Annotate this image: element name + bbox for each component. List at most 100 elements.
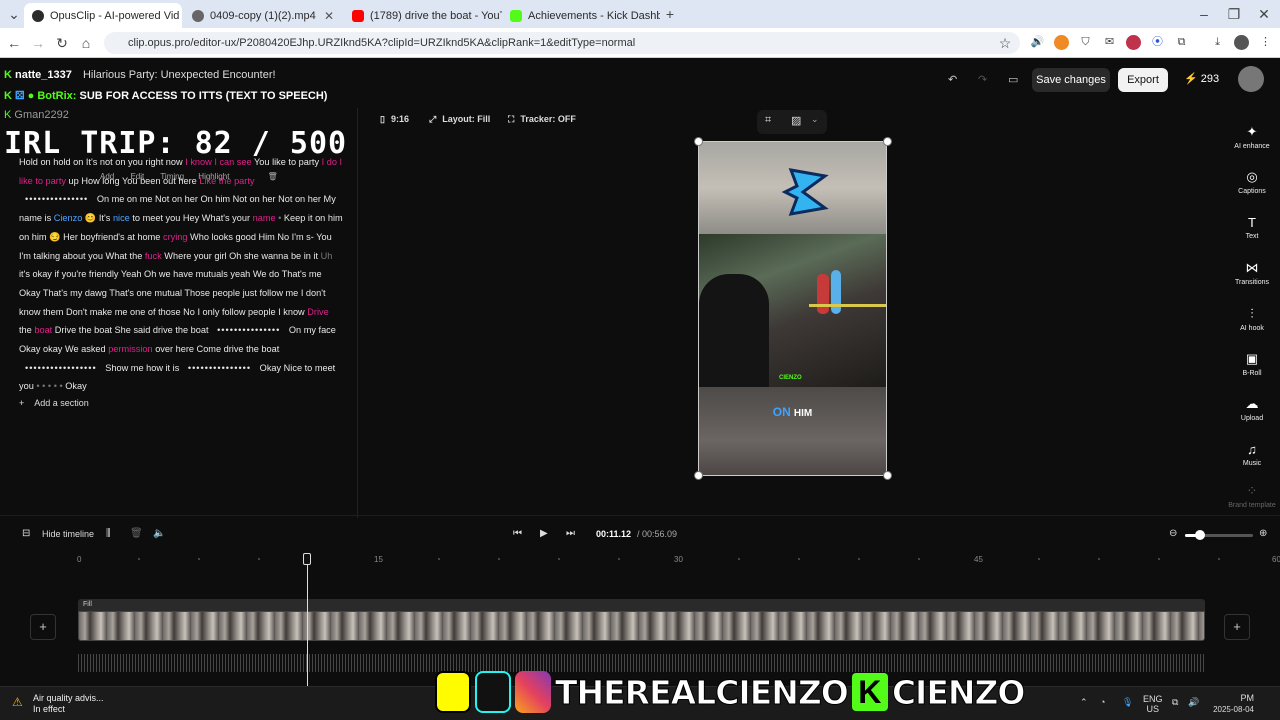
tool-ai-enhance[interactable]: ✦ AI enhance — [1228, 124, 1276, 150]
transcript-text[interactable]: Where your girl Oh she wanna be in it — [164, 251, 318, 261]
caption-overlay[interactable]: ON HIM — [699, 405, 886, 419]
skip-back-icon[interactable]: ⏮ — [513, 528, 522, 539]
bookmark-star-icon[interactable]: ☆ — [995, 33, 1015, 53]
download-icon[interactable]: ⤓ — [1210, 35, 1225, 50]
air-quality-widget[interactable]: Air quality advis... In effect — [33, 693, 104, 715]
resize-handle-br[interactable] — [883, 471, 892, 480]
video-track[interactable] — [78, 611, 1205, 641]
zoom-slider-knob[interactable] — [1195, 530, 1205, 540]
tab-kick[interactable]: Achievements - Kick Dashboard ✕ — [502, 3, 660, 28]
speaker-tray-icon[interactable]: 🔊 — [1188, 697, 1199, 708]
transcript-text[interactable]: Hold on hold on It's not on you right no… — [19, 157, 183, 167]
hide-timeline-button[interactable]: Hide timeline — [42, 529, 94, 539]
save-changes-button[interactable]: Save changes — [1032, 68, 1110, 92]
add-section-button[interactable]: + Add a section — [19, 398, 89, 408]
undo-icon[interactable]: ↶ — [948, 73, 957, 86]
silence-marker[interactable]: ••••••••••••••• — [188, 363, 251, 373]
transcript-text[interactable]: You like to party — [254, 157, 319, 167]
redo-icon[interactable]: ↷ — [978, 73, 987, 86]
new-tab-icon[interactable]: + — [660, 4, 680, 24]
resize-handle-bl[interactable] — [694, 471, 703, 480]
tab-youtube[interactable]: (1789) drive the boat - YouTube ✕ — [344, 3, 502, 28]
resize-handle-tl[interactable] — [694, 137, 703, 146]
shield-extension-icon[interactable]: ⛉ — [1078, 35, 1093, 50]
silence-marker[interactable]: ••••••••••••••• — [217, 325, 280, 335]
record-extension-icon[interactable] — [1126, 35, 1141, 50]
transcript-highlight[interactable]: name — [253, 213, 276, 223]
audio-icon[interactable]: 🔊 — [1030, 35, 1045, 50]
silence-marker[interactable]: • • • • • — [36, 381, 62, 391]
url-field[interactable]: clip.opus.pro/editor-ux/P2080420EJhp.URZ… — [104, 32, 1020, 54]
transcript-highlight[interactable]: permission — [108, 344, 152, 354]
language-indicator[interactable]: ENG US — [1143, 694, 1163, 714]
transcript-keyword[interactable]: nice — [113, 213, 130, 223]
transcript-text[interactable]: Show me how it is — [105, 363, 179, 373]
zoom-out-icon[interactable]: ⊖ — [1169, 528, 1177, 539]
avatar[interactable] — [1238, 66, 1264, 92]
transcript-keyword[interactable]: Cienzo — [54, 213, 83, 223]
layout-button[interactable]: ⤢ Layout: Fill — [429, 114, 490, 125]
home-icon[interactable]: ⌂ — [76, 33, 96, 53]
tray-chevron-icon[interactable]: ⌃ — [1080, 697, 1088, 708]
play-button[interactable]: ▶ — [540, 528, 548, 539]
aspect-ratio-button[interactable]: ▯ 9:16 — [380, 114, 409, 125]
transcript-text[interactable]: Drive the boat She said drive the boat — [55, 325, 209, 335]
mail-extension-icon[interactable]: ✉ — [1102, 35, 1117, 50]
transcript-text[interactable]: to meet you Hey What's your — [132, 213, 250, 223]
tool-text[interactable]: T Text — [1228, 215, 1276, 240]
silence-marker[interactable]: ••••••••••••••••• — [25, 363, 97, 373]
tool-ai-hook[interactable]: ⫶ AI hook — [1228, 306, 1276, 332]
back-icon[interactable]: ← — [4, 33, 24, 53]
window-close-icon[interactable]: ✕ — [1254, 4, 1274, 24]
tool-transitions[interactable]: ⋈ Transitions — [1228, 260, 1276, 286]
restore-icon[interactable]: ❐ — [1224, 4, 1244, 24]
transcript-highlight[interactable]: Drive — [307, 307, 328, 317]
transcript-text[interactable]: the — [19, 325, 32, 335]
warning-icon[interactable]: ⚠ — [12, 695, 23, 709]
export-button[interactable]: Export — [1118, 68, 1168, 92]
credits-counter[interactable]: ⚡ 293 — [1184, 72, 1219, 85]
tool-captions[interactable]: ◎ Captions — [1228, 169, 1276, 195]
delete-icon[interactable]: 🗑 — [130, 528, 143, 539]
playhead-handle[interactable] — [303, 553, 311, 565]
tab-opusclip[interactable]: OpusClip - AI-powered Vid 🔊 ✕ — [24, 3, 182, 28]
skip-forward-icon[interactable]: ⏭ — [566, 528, 575, 539]
menu-icon[interactable]: ⋮ — [1258, 35, 1273, 50]
profile-icon[interactable] — [1234, 35, 1249, 50]
tool-b-roll[interactable]: ▣ B-Roll — [1228, 351, 1276, 377]
transcript-text[interactable]: Okay — [65, 381, 86, 391]
tool-upload[interactable]: ☁ Upload — [1228, 396, 1276, 422]
transcript-highlight[interactable]: boat — [34, 325, 52, 335]
reload-icon[interactable]: ↻ — [52, 33, 72, 53]
translate-extension-icon[interactable]: ⦿ — [1150, 35, 1165, 50]
mic-icon[interactable]: 🎙 — [1122, 697, 1133, 708]
tab-mp4[interactable]: 0409-copy (1)(2).mp4 ✕ — [184, 3, 342, 28]
chevron-down-icon[interactable]: ⌄ — [811, 114, 819, 125]
minimize-icon[interactable]: – — [1194, 4, 1214, 24]
preview-toggle-icon[interactable]: ▭ — [1008, 73, 1018, 86]
zoom-in-icon[interactable]: ⊕ — [1259, 528, 1267, 539]
tool-music[interactable]: ♫ Music — [1228, 442, 1276, 467]
transcript-filler[interactable]: Uh — [321, 251, 333, 261]
network-icon[interactable]: ◔ — [1100, 697, 1105, 707]
tracker-button[interactable]: ⛶ Tracker: OFF — [508, 114, 576, 125]
transcript-text[interactable]: Her boyfriend's at home — [63, 232, 160, 242]
media-swap-icon[interactable]: ▨ — [791, 114, 801, 127]
volume-icon[interactable]: 🔈 — [153, 528, 165, 539]
video-preview[interactable]: CIENZO ON HIM — [698, 141, 887, 476]
clock[interactable]: PM 2025-08-04 — [1210, 693, 1254, 715]
split-icon[interactable]: ⫼ — [106, 528, 111, 539]
display-icon[interactable]: ⧉ — [1172, 697, 1178, 708]
transcript-highlight[interactable]: fuck — [145, 251, 162, 261]
transcript-highlight[interactable]: I know I can see — [185, 157, 251, 167]
transcript-text[interactable]: up How long You been out here — [69, 176, 197, 186]
transcript-text[interactable]: over here Come drive the boat — [155, 344, 279, 354]
transcript-text[interactable]: It's — [99, 213, 110, 223]
extension-icon[interactable] — [1054, 35, 1069, 50]
crop-icon[interactable]: ⌗ — [765, 114, 771, 127]
add-clip-before-button[interactable]: + — [30, 614, 56, 640]
silence-marker[interactable]: • — [278, 213, 281, 223]
forward-icon[interactable]: → — [28, 33, 48, 53]
close-tab-icon[interactable]: ✕ — [324, 9, 334, 23]
puzzle-extensions-icon[interactable]: ⧉ — [1174, 35, 1189, 50]
